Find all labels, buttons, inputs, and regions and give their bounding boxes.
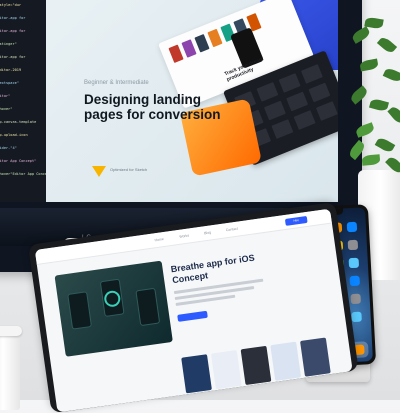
app-icon xyxy=(350,293,361,305)
nav-item-contact: Contact xyxy=(225,226,239,233)
code-line: "#textspace" xyxy=(0,81,19,85)
plant-leaf xyxy=(369,97,389,113)
mini-phone-3 xyxy=(135,287,161,327)
tablet-cta-button xyxy=(177,310,208,322)
nav-item-blog: Blog xyxy=(203,230,212,236)
monitor-screen: ="#4da6ff"<a style="dur-Editor-app for-E… xyxy=(0,0,338,202)
code-line: "Editor App Concept" xyxy=(0,159,37,163)
coffee-cup-lid xyxy=(0,326,22,336)
plant-leaf xyxy=(382,66,400,84)
dark-card-tile xyxy=(308,82,331,103)
plant-leaf xyxy=(361,154,381,166)
tablet-article-title: Breathe app for iOS Concept xyxy=(170,252,256,286)
strip-thumbnail xyxy=(210,349,242,390)
code-line: -app-canvas-template xyxy=(0,120,37,124)
plant-leaf xyxy=(359,58,379,72)
mini-phone-1 xyxy=(67,291,93,330)
dark-card-tile xyxy=(286,91,309,112)
landing-page-mockup: Track your dream productivity Beginner &… xyxy=(46,0,338,202)
code-line: <a style="dur xyxy=(0,3,22,7)
strip-thumbnail xyxy=(300,337,331,377)
dark-card-tile xyxy=(300,64,323,84)
hero-label: Beginner & Intermediate xyxy=(84,80,149,86)
nav-item-works: Works xyxy=(179,233,190,239)
plant-leaf xyxy=(387,104,400,126)
app-concept-image xyxy=(54,260,173,357)
code-line: <a_hover"Editor App Concept xyxy=(0,172,52,176)
nav-item-home: Home xyxy=(154,237,165,243)
code-line: "Hostinger" xyxy=(0,42,17,46)
app-icon xyxy=(347,239,359,251)
dark-card-tile xyxy=(293,110,316,130)
code-line: -app-upload-icon xyxy=(0,133,28,137)
dark-card-tile xyxy=(315,101,338,121)
dark-card-tile xyxy=(256,82,279,102)
tablet-screen: Home Works Blog Contact Hire Breathe app… xyxy=(34,208,353,413)
thumbnail xyxy=(168,44,184,64)
strip-thumbnail xyxy=(270,341,302,381)
code-line: -Editor-app for xyxy=(0,55,26,59)
dark-card-tile xyxy=(278,73,301,93)
code-line: -slider-"4" xyxy=(0,146,17,150)
hero-title: Designing landing pages for conversion xyxy=(84,92,221,122)
code-line: -Editor-app for xyxy=(0,16,26,20)
coffee-cup xyxy=(0,330,20,410)
mini-phone-2 xyxy=(99,278,125,318)
progress-ring xyxy=(103,289,122,308)
plant-leaf xyxy=(374,136,396,154)
plant-leaf xyxy=(376,35,398,55)
thumbnail-strip xyxy=(181,335,335,395)
app-icon xyxy=(349,275,361,287)
strip-thumbnail xyxy=(240,345,272,386)
app-icon xyxy=(346,221,358,233)
code-line: "@editor-2019 xyxy=(0,68,22,72)
code-line: <a_hover" xyxy=(0,107,13,111)
dark-card-tile xyxy=(271,119,294,139)
code-editor-panel: ="#4da6ff"<a style="dur-Editor-app for-E… xyxy=(0,0,51,202)
thumbnail xyxy=(207,28,223,48)
sketch-logo-icon xyxy=(92,166,106,177)
code-line: -Editor-app for xyxy=(0,29,26,33)
sketch-label: Optimized for Sketch xyxy=(110,167,148,172)
thumbnail xyxy=(181,39,197,58)
code-line: "Editor" xyxy=(0,94,11,98)
nav-hire-button: Hire xyxy=(284,215,308,226)
app-icon xyxy=(351,311,362,323)
strip-thumbnail xyxy=(181,354,212,394)
app-icon xyxy=(348,257,360,269)
thumbnail xyxy=(194,33,210,53)
dark-card-tile xyxy=(263,100,286,121)
